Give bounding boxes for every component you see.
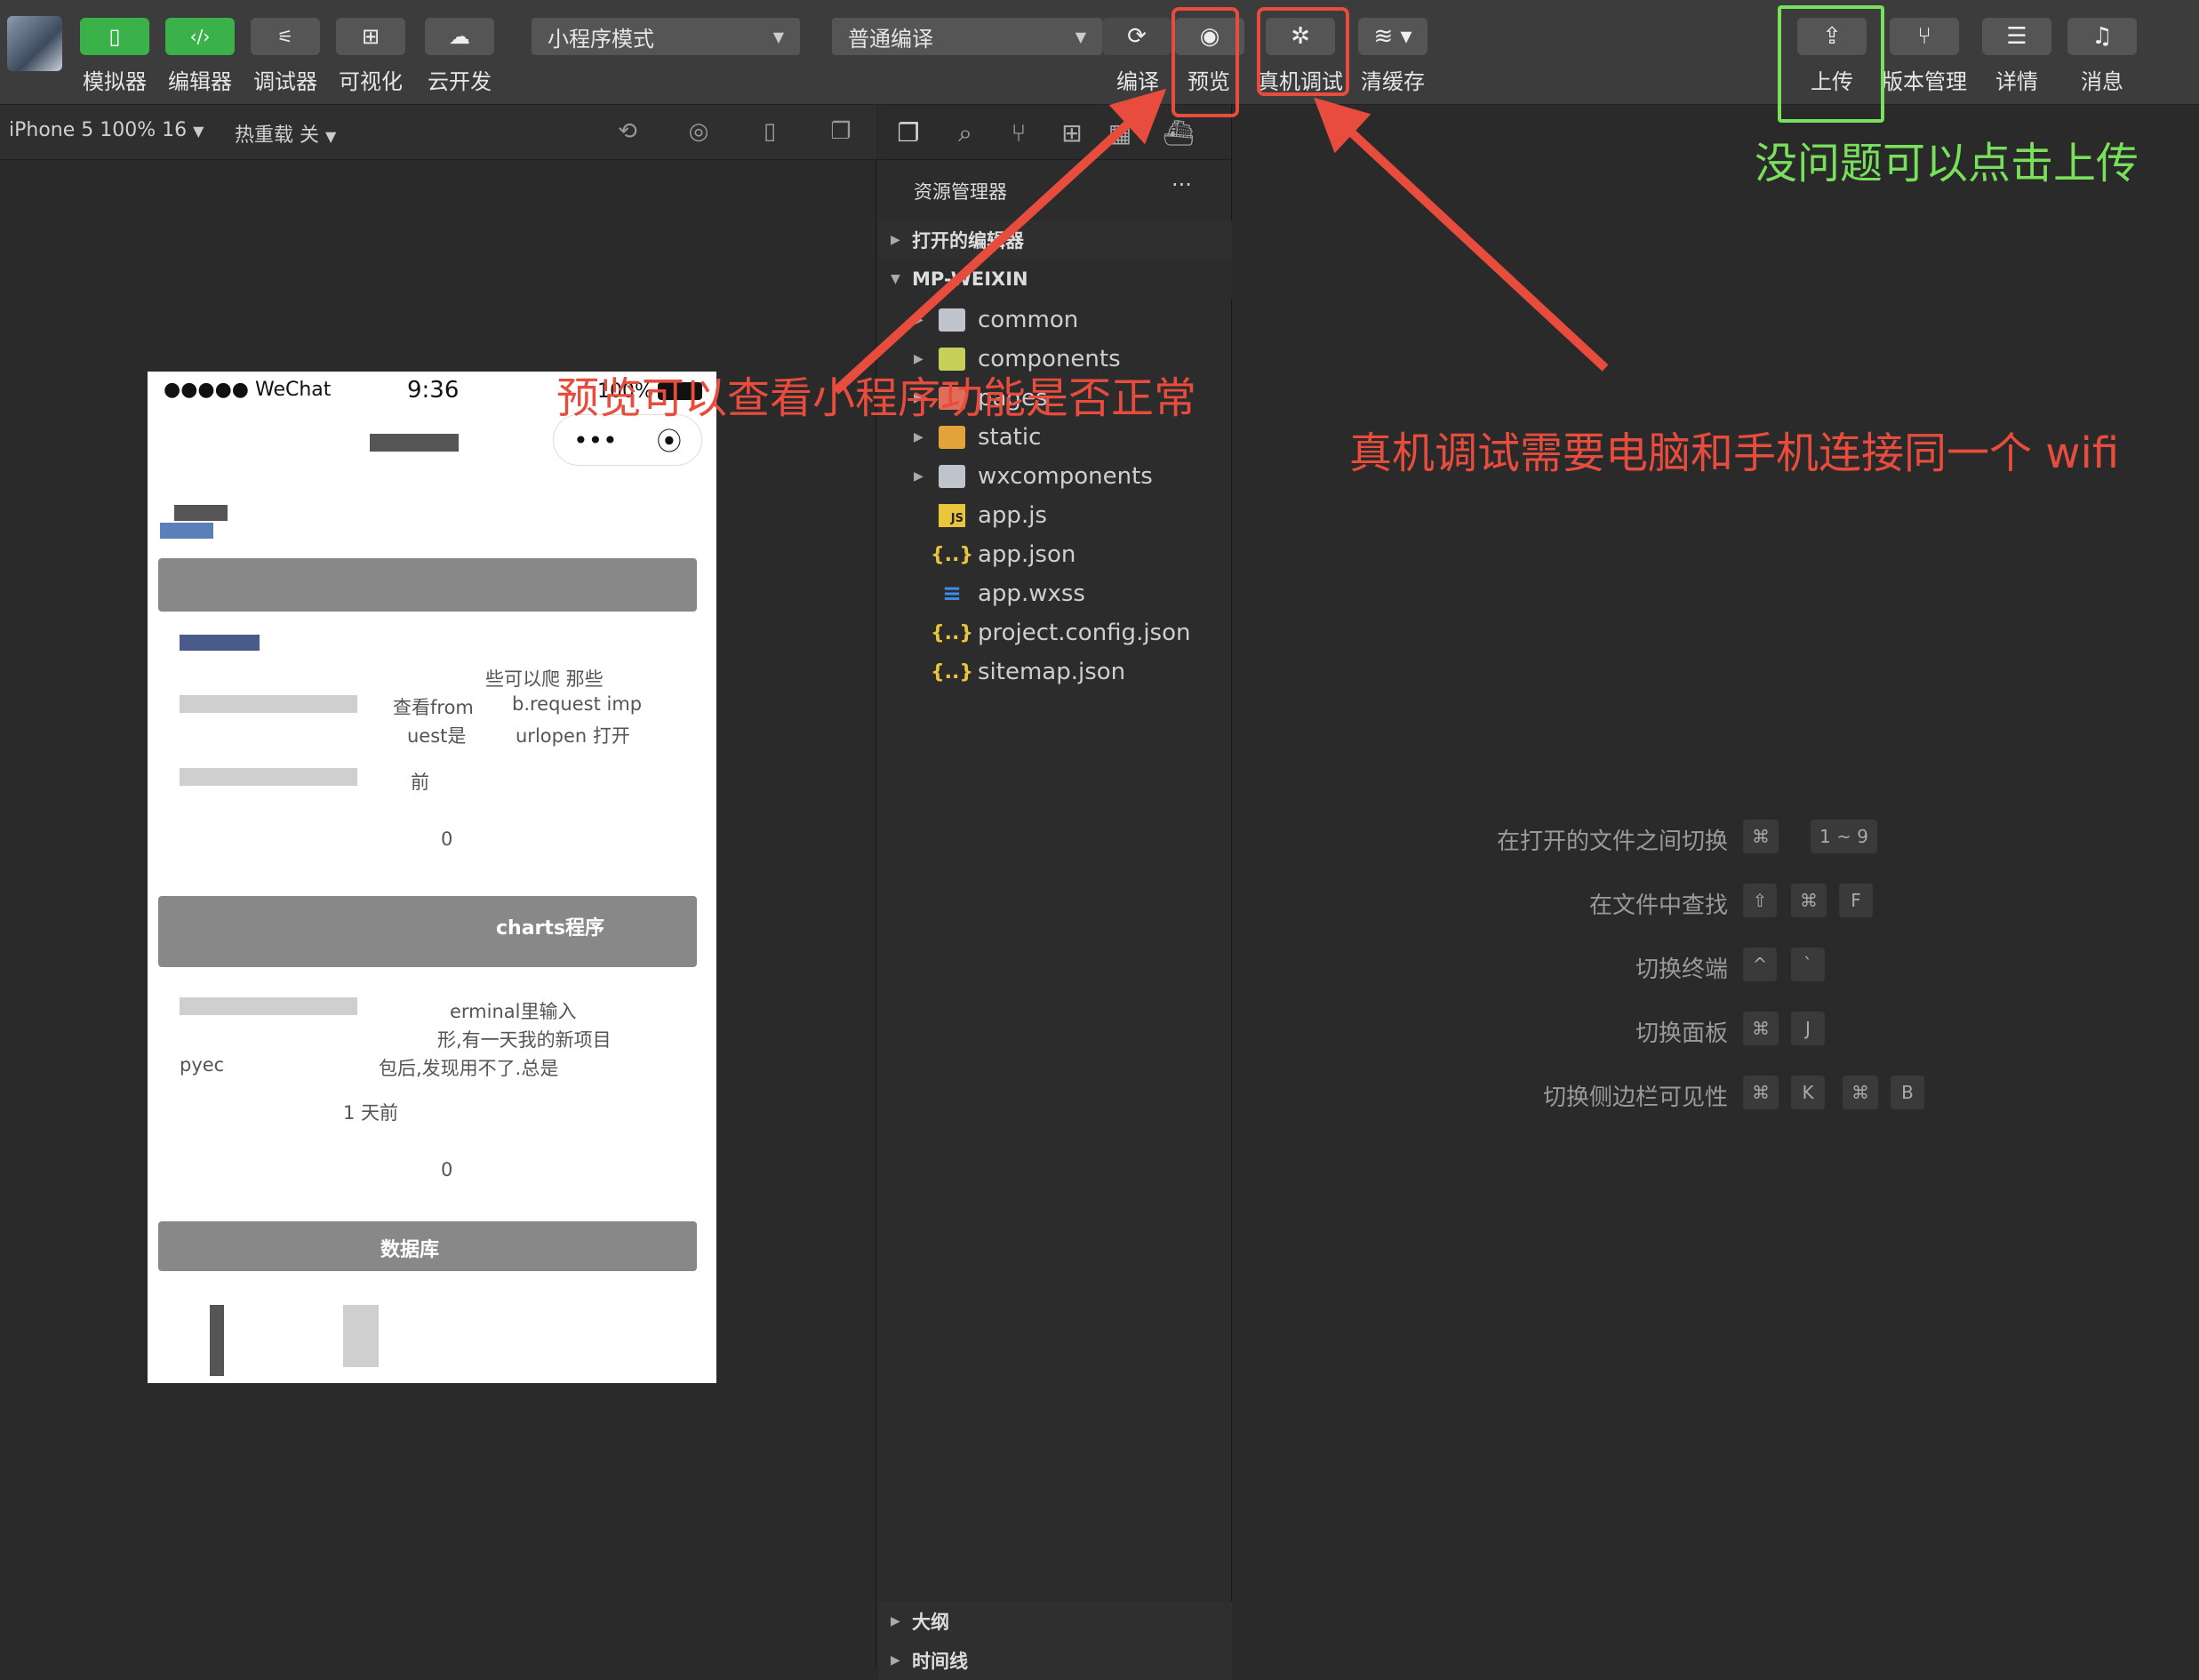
preview-annotation: 预览可以查看小程序功能是否正常 [556, 373, 1197, 423]
preview-arrow [832, 88, 1167, 395]
annotation-arrows [832, 88, 1609, 395]
remote-debug-annotation: 真机调试需要电脑和手机连接同一个 wifi [1349, 428, 2120, 478]
remote-debug-arrow [1314, 97, 1609, 372]
upload-annotation: 没问题可以点击上传 [1755, 139, 2139, 188]
